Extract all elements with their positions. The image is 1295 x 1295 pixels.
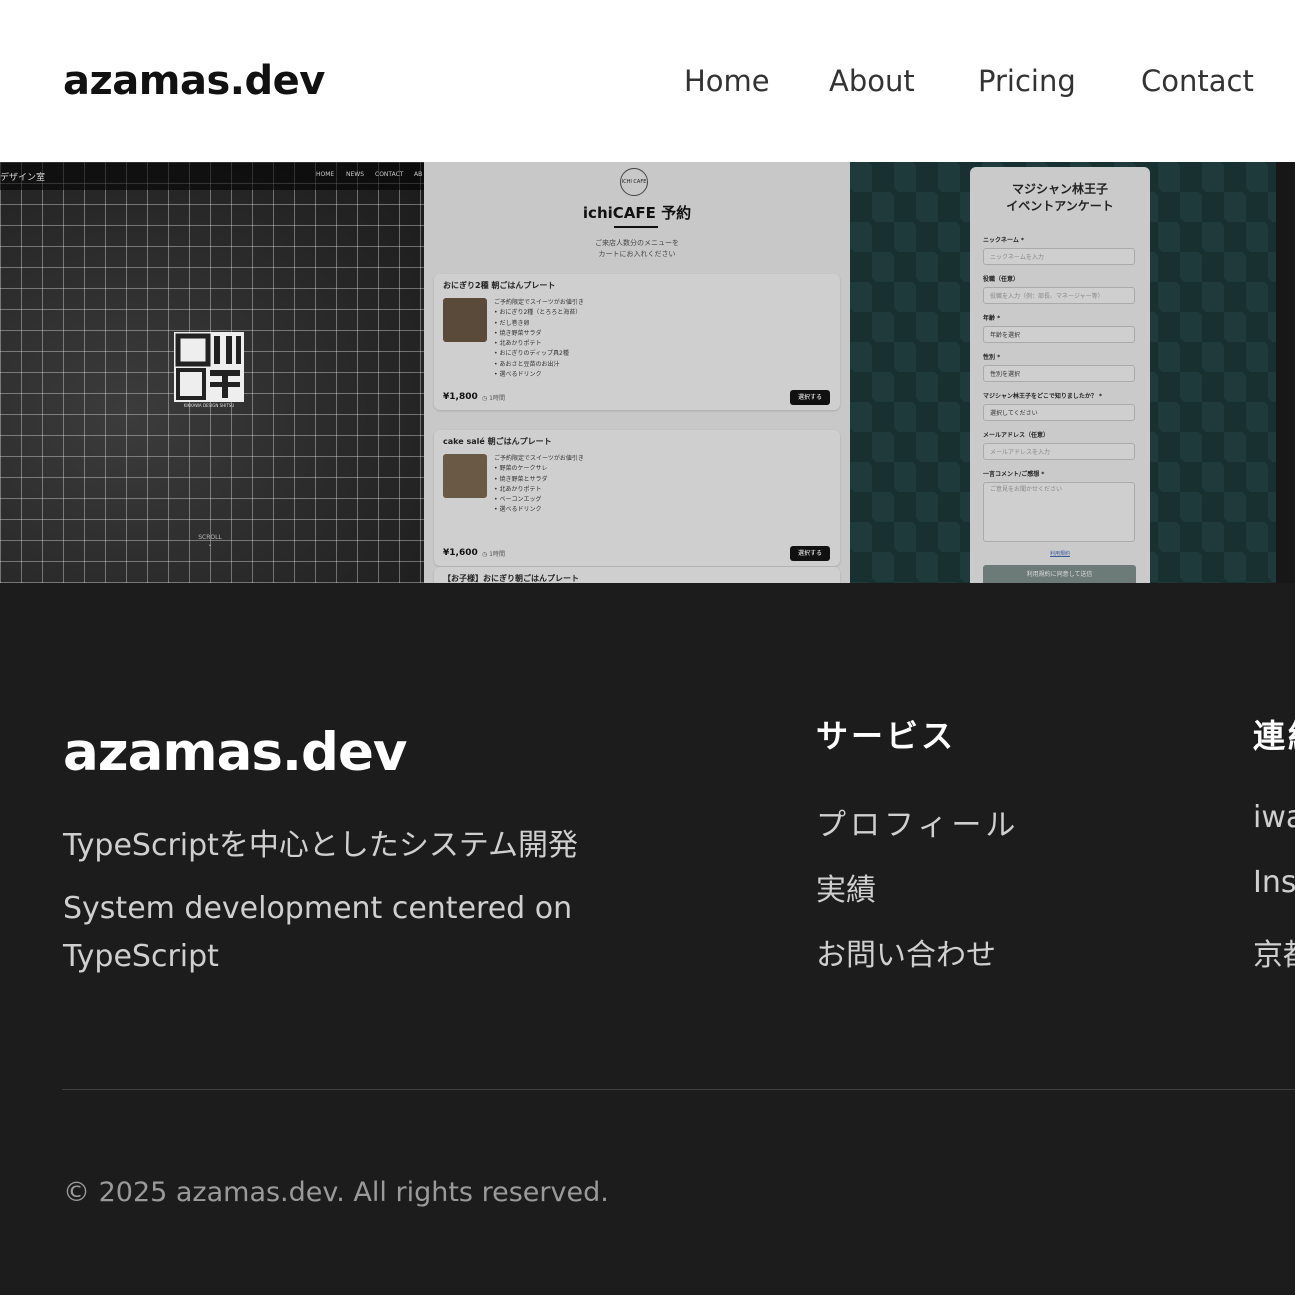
services-heading: サービス <box>816 717 957 755</box>
kanji-logo-graphic <box>175 333 241 400</box>
menu-card-title: 【お子様】おにぎり朝ごはんプレート <box>443 574 579 583</box>
menu-card-photo <box>443 454 487 498</box>
position-input[interactable]: 役職を入力（例：部長、マネージャー等） <box>983 287 1135 304</box>
contact-heading: 連絡 <box>1253 717 1295 755</box>
copyright: © 2025 azamas.dev. All rights reserved. <box>63 1177 609 1208</box>
referral-select[interactable]: 選択してください <box>983 404 1135 421</box>
works-gallery: デザイン室 HOME NEWS CONTACT AB KIKKAWA DESIG… <box>0 162 1295 583</box>
menu-card-duration: ◷ 1時間 <box>482 395 505 402</box>
menu-card-price: ¥1,600 <box>443 548 478 558</box>
select-menu-button[interactable]: 選択する <box>790 390 830 405</box>
thumbnail-site-title: デザイン室 <box>0 173 46 183</box>
select-menu-button[interactable]: 選択する <box>790 546 830 561</box>
survey-title-line: イベントアンケート <box>1006 199 1114 213</box>
site-logo[interactable]: azamas.dev <box>63 58 325 104</box>
footer-tagline-ja: TypeScriptを中心としたシステム開発 <box>63 828 579 863</box>
menu-card-title: おにぎり2種 朝ごはんプレート <box>443 281 556 290</box>
footer-logo[interactable]: azamas.dev <box>63 722 407 783</box>
footer-contact-instagram[interactable]: Inst <box>1253 865 1295 900</box>
work-thumbnail-design-office[interactable]: デザイン室 HOME NEWS CONTACT AB KIKKAWA DESIG… <box>0 162 424 583</box>
field-label: 役職（任意） <box>983 276 1020 283</box>
cafe-subtitle-line: ご来店人数分のメニューを <box>595 239 679 247</box>
nav-pricing[interactable]: Pricing <box>978 64 1076 98</box>
duration-text: 1時間 <box>489 551 505 558</box>
footer-link-contact[interactable]: お問い合わせ <box>816 930 996 974</box>
work-thumbnail-ichicafe[interactable]: ICHI CAFE ichiCAFE 予約 ご来店人数分のメニューを カートにお… <box>424 162 850 583</box>
footer-divider <box>62 1089 1295 1090</box>
cafe-page-title: ichiCAFE 予約 <box>582 204 692 222</box>
survey-title: マジシャン林王子 イベントアンケート <box>970 181 1150 215</box>
title-underline <box>614 226 658 228</box>
menu-card-price: ¥1,800 <box>443 392 478 402</box>
nav-home[interactable]: Home <box>684 64 770 98</box>
cafe-subtitle-line: カートにお入れください <box>598 250 676 258</box>
cafe-subtitle: ご来店人数分のメニューを カートにお入れください <box>424 238 850 260</box>
field-label: マジシャン林王子をどこで知りましたか？ * <box>983 393 1103 400</box>
menu-card: 【お子様】おにぎり朝ごはんプレート <box>434 567 840 583</box>
submit-button[interactable]: 利用規約に同意して送信 <box>983 565 1136 583</box>
menu-card-duration: ◷ 1時間 <box>482 551 505 558</box>
footer-link-profile[interactable]: プロフィール <box>816 800 1019 844</box>
footer-contact-email[interactable]: iwa <box>1253 800 1295 835</box>
thumbnail-menu-item: AB <box>414 171 423 178</box>
footer-link-works[interactable]: 実績 <box>816 865 876 909</box>
age-select[interactable]: 年齢を選択 <box>983 326 1135 343</box>
gender-select[interactable]: 性別を選択 <box>983 365 1135 382</box>
site-header: azamas.dev Home About Pricing Contact <box>0 0 1295 162</box>
nav-contact[interactable]: Contact <box>1141 64 1254 98</box>
scroll-indicator: SCROLL ⌄ <box>190 534 230 548</box>
cafe-logo-icon: ICHI CAFE <box>620 168 648 196</box>
menu-card: cake salé 朝ごはんプレート ご予約限定でスイーツがお値引き • 野菜の… <box>434 430 840 566</box>
work-thumbnail-event-survey[interactable]: マジシャン林王子 イベントアンケート ニックネーム * ニックネームを入力 役職… <box>850 162 1276 583</box>
footer-contact-location: 京都 <box>1253 938 1295 973</box>
thumbnail-menu-item: NEWS <box>346 171 365 178</box>
survey-form: マジシャン林王子 イベントアンケート ニックネーム * ニックネームを入力 役職… <box>970 167 1150 583</box>
field-label: 性別 * <box>983 354 1001 361</box>
duration-text: 1時間 <box>489 395 505 402</box>
menu-card-description: ご予約限定でスイーツがお値引き • 野菜のケークサレ • 焼き野菜とサラダ • … <box>494 455 584 514</box>
menu-card-title: cake salé 朝ごはんプレート <box>443 437 552 446</box>
work-thumbnail-partial[interactable] <box>1276 162 1295 583</box>
nav-about[interactable]: About <box>829 64 915 98</box>
field-label: 年齢 * <box>983 315 1001 322</box>
chevron-down-icon: ⌄ <box>207 541 213 548</box>
scroll-label: SCROLL <box>198 534 222 541</box>
survey-title-line: マジシャン林王子 <box>1011 182 1108 196</box>
design-office-logo <box>174 332 244 402</box>
terms-link[interactable]: 利用規約 <box>970 550 1150 557</box>
thumbnail-menu-item: CONTACT <box>375 171 404 178</box>
field-label: メールアドレス（任意） <box>983 432 1050 439</box>
email-field[interactable]: メールアドレスを入力 <box>983 443 1135 460</box>
field-label: ニックネーム * <box>983 237 1025 244</box>
menu-card-photo <box>443 298 487 342</box>
field-label: 一言コメント/ご感想 * <box>983 471 1045 478</box>
menu-card-description: ご予約限定でスイーツがお値引き • おにぎり2種（とろろと海苔） • だし巻き卵… <box>494 299 584 379</box>
comment-textarea[interactable]: ご意見をお聞かせください <box>983 482 1135 542</box>
menu-card: おにぎり2種 朝ごはんプレート ご予約限定でスイーツがお値引き • おにぎり2種… <box>434 274 840 410</box>
thumbnail-navbar: デザイン室 HOME NEWS CONTACT AB <box>0 162 424 190</box>
thumbnail-menu-item: HOME <box>316 171 335 178</box>
footer-tagline-en: System development centered on TypeScrip… <box>63 891 573 974</box>
design-office-logo-sub: KIKKAWA DESIGN SHITSU <box>183 403 235 408</box>
nickname-input[interactable]: ニックネームを入力 <box>983 248 1135 265</box>
